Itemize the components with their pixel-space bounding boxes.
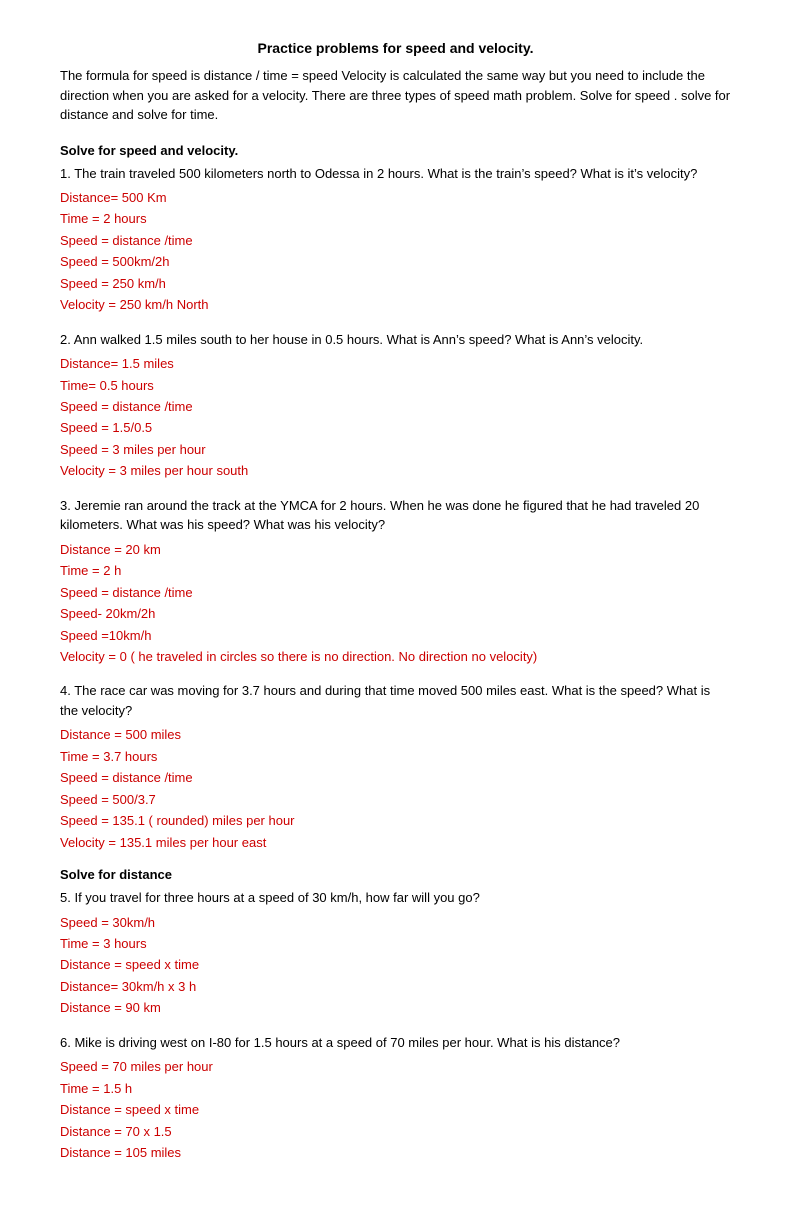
problems-section-1: 1. The train traveled 500 kilometers nor… (60, 164, 731, 854)
answer-line: Time = 2 h (60, 560, 731, 581)
answer-line: Time= 0.5 hours (60, 375, 731, 396)
answer-line: Speed = distance /time (60, 767, 731, 788)
problem-group-6: 6. Mike is driving west on I-80 for 1.5 … (60, 1033, 731, 1164)
problems-section-2: 5. If you travel for three hours at a sp… (60, 888, 731, 1163)
answer-line: Speed = 30km/h (60, 912, 731, 933)
answer-line: Distance = speed x time (60, 1099, 731, 1120)
answer-block-1: Distance= 500 KmTime = 2 hoursSpeed = di… (60, 187, 731, 316)
answer-line: Time = 2 hours (60, 208, 731, 229)
problem-text-2: 2. Ann walked 1.5 miles south to her hou… (60, 330, 731, 350)
answer-block-3: Distance = 20 kmTime = 2 hSpeed = distan… (60, 539, 731, 668)
problem-text-5: 5. If you travel for three hours at a sp… (60, 888, 731, 908)
answer-line: Velocity = 0 ( he traveled in circles so… (60, 646, 731, 667)
answer-block-6: Speed = 70 miles per hourTime = 1.5 hDis… (60, 1056, 731, 1163)
answer-line: Distance = 500 miles (60, 724, 731, 745)
problem-text-4: 4. The race car was moving for 3.7 hours… (60, 681, 731, 720)
answer-line: Distance = 90 km (60, 997, 731, 1018)
answer-line: Distance = speed x time (60, 954, 731, 975)
answer-line: Speed = 500/3.7 (60, 789, 731, 810)
answer-line: Speed = 3 miles per hour (60, 439, 731, 460)
page-container: Practice problems for speed and velocity… (60, 40, 731, 1163)
problem-text-6: 6. Mike is driving west on I-80 for 1.5 … (60, 1033, 731, 1053)
answer-line: Distance= 30km/h x 3 h (60, 976, 731, 997)
answer-line: Velocity = 135.1 miles per hour east (60, 832, 731, 853)
answer-line: Distance= 1.5 miles (60, 353, 731, 374)
answer-line: Distance= 500 Km (60, 187, 731, 208)
problem-text-3: 3. Jeremie ran around the track at the Y… (60, 496, 731, 535)
answer-line: Distance = 20 km (60, 539, 731, 560)
problem-group-1: 1. The train traveled 500 kilometers nor… (60, 164, 731, 316)
answer-line: Speed = distance /time (60, 582, 731, 603)
answer-line: Speed =10km/h (60, 625, 731, 646)
answer-block-2: Distance= 1.5 milesTime= 0.5 hoursSpeed … (60, 353, 731, 482)
answer-line: Distance = 70 x 1.5 (60, 1121, 731, 1142)
answer-line: Speed = 500km/2h (60, 251, 731, 272)
section1-title: Solve for speed and velocity. (60, 143, 731, 158)
answer-block-5: Speed = 30km/hTime = 3 hoursDistance = s… (60, 912, 731, 1019)
answer-line: Time = 3.7 hours (60, 746, 731, 767)
answer-line: Time = 1.5 h (60, 1078, 731, 1099)
answer-line: Distance = 105 miles (60, 1142, 731, 1163)
answer-line: Time = 3 hours (60, 933, 731, 954)
page-title: Practice problems for speed and velocity… (60, 40, 731, 56)
answer-line: Speed = 135.1 ( rounded) miles per hour (60, 810, 731, 831)
answer-line: Speed = 250 km/h (60, 273, 731, 294)
problem-group-5: 5. If you travel for three hours at a sp… (60, 888, 731, 1019)
answer-block-4: Distance = 500 milesTime = 3.7 hoursSpee… (60, 724, 731, 853)
answer-line: Speed- 20km/2h (60, 603, 731, 624)
answer-line: Speed = 70 miles per hour (60, 1056, 731, 1077)
answer-line: Speed = distance /time (60, 396, 731, 417)
intro-text: The formula for speed is distance / time… (60, 66, 731, 125)
answer-line: Speed = 1.5/0.5 (60, 417, 731, 438)
problem-group-2: 2. Ann walked 1.5 miles south to her hou… (60, 330, 731, 482)
answer-line: Speed = distance /time (60, 230, 731, 251)
problem-text-1: 1. The train traveled 500 kilometers nor… (60, 164, 731, 184)
problem-group-4: 4. The race car was moving for 3.7 hours… (60, 681, 731, 853)
answer-line: Velocity = 3 miles per hour south (60, 460, 731, 481)
answer-line: Velocity = 250 km/h North (60, 294, 731, 315)
problem-group-3: 3. Jeremie ran around the track at the Y… (60, 496, 731, 668)
section2-title: Solve for distance (60, 867, 731, 882)
